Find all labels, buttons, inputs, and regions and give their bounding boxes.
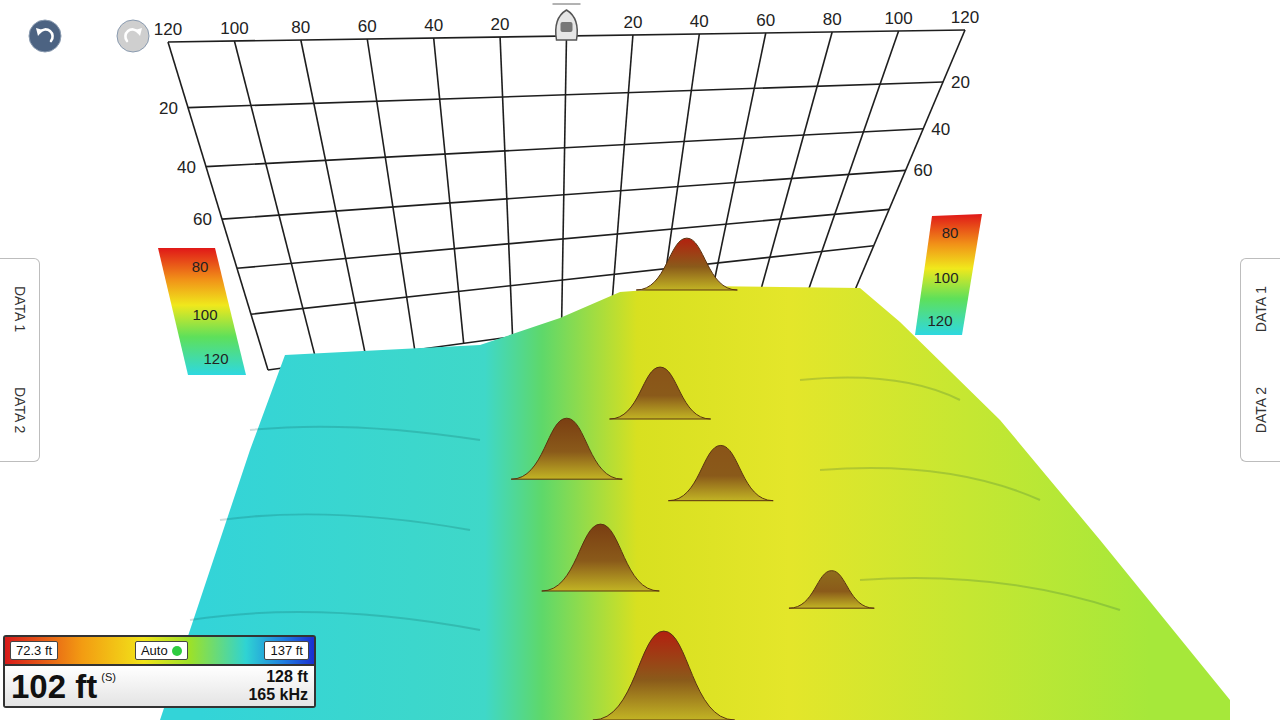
seabed-peak xyxy=(636,238,737,290)
legend-label: 80 xyxy=(192,258,209,275)
seabed-peak xyxy=(542,524,660,591)
axis-label: 40 xyxy=(177,158,196,177)
undo-icon xyxy=(28,19,62,53)
axis-label: 20 xyxy=(623,13,642,32)
data-side-tab-left: DATA 1DATA 2 xyxy=(0,258,40,462)
legend-label: 120 xyxy=(203,350,228,367)
depth-value: 102 ft xyxy=(11,670,97,703)
axis-label: 60 xyxy=(358,17,377,36)
axis-label: 40 xyxy=(931,120,950,139)
redo-button[interactable] xyxy=(116,19,150,53)
axis-label: 120 xyxy=(154,20,182,39)
axis-label: 100 xyxy=(884,9,912,28)
seabed-peak xyxy=(610,367,711,419)
redo-icon xyxy=(116,19,150,53)
depth-legend-right: 80 100 120 xyxy=(915,214,982,335)
range-min: 72.3 ft xyxy=(10,641,58,660)
axis-label: 40 xyxy=(690,12,709,31)
axis-label: 60 xyxy=(756,11,775,30)
data-tab[interactable]: DATA 2 xyxy=(1241,360,1280,461)
axis-label: 20 xyxy=(951,73,970,92)
axis-label: 120 xyxy=(951,8,979,27)
seabed-peak xyxy=(511,418,622,479)
axis-label: 40 xyxy=(424,16,443,35)
legend-label: 100 xyxy=(933,269,958,286)
axis-label: 20 xyxy=(159,99,178,118)
toolbar xyxy=(28,19,150,53)
data-tab[interactable]: DATA 2 xyxy=(0,360,39,461)
axis-label: 80 xyxy=(291,18,310,37)
axis-label: 20 xyxy=(491,15,510,34)
axis-label: 100 xyxy=(220,19,248,38)
axis-label: 60 xyxy=(193,210,212,229)
axis-label: 80 xyxy=(823,10,842,29)
mode-indicator xyxy=(172,646,182,656)
depth-legend-left: 80 100 120 xyxy=(158,248,246,375)
sonar-3d-view[interactable]: 120 100 80 60 40 20 20 40 60 80 100 120 20 40 60 20 40 60… xyxy=(0,0,1280,720)
frequency-value: 165 kHz xyxy=(248,686,308,704)
boat-icon xyxy=(553,4,581,40)
legend-label: 80 xyxy=(942,224,959,241)
undo-button[interactable] xyxy=(28,19,62,53)
depth-source: (S) xyxy=(101,671,116,683)
range-max: 137 ft xyxy=(264,641,309,660)
depth-readout: 72.3 ft Auto 137 ft 102 ft (S) 128 ft165 kHz xyxy=(3,635,316,708)
data-side-tab-right: DATA 1DATA 2 xyxy=(1240,258,1280,462)
data-tab[interactable]: DATA 1 xyxy=(1241,259,1280,360)
seabed-surface xyxy=(160,286,1230,720)
legend-label: 120 xyxy=(927,312,952,329)
sonar-screen: 120 100 80 60 40 20 20 40 60 80 100 120 20 40 60 20 40 60… xyxy=(0,0,1280,720)
seabed-peak xyxy=(668,445,773,500)
color-range-bar[interactable]: 72.3 ft Auto 137 ft xyxy=(5,637,314,664)
seabed-peak xyxy=(593,631,735,720)
axis-label: 60 xyxy=(914,161,933,180)
seabed-peak xyxy=(789,571,874,609)
range-mode[interactable]: Auto xyxy=(135,641,188,660)
data-tab[interactable]: DATA 1 xyxy=(0,259,39,360)
legend-label: 100 xyxy=(192,306,217,323)
range-value: 128 ft xyxy=(266,668,308,686)
